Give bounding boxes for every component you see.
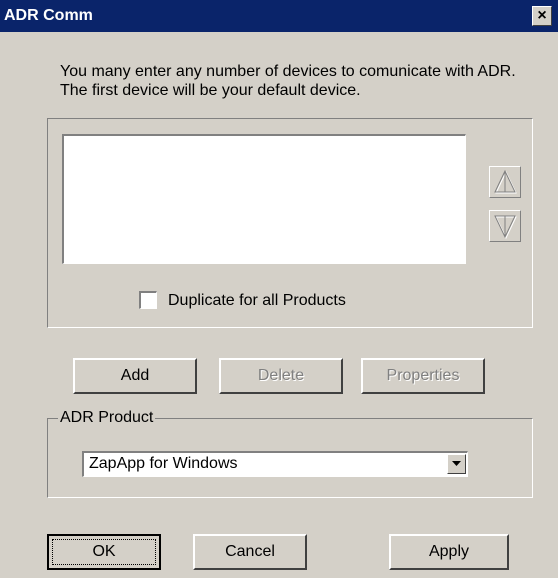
properties-button[interactable]: Properties <box>361 358 485 394</box>
ok-button[interactable]: OK <box>47 534 161 570</box>
product-dropdown-button[interactable] <box>447 454 466 474</box>
intro-text: You many enter any number of devices to … <box>60 63 516 99</box>
duplicate-checkbox-label: Duplicate for all Products <box>168 292 346 309</box>
chevron-down-icon <box>452 461 461 466</box>
apply-button[interactable]: Apply <box>389 534 509 570</box>
duplicate-checkbox[interactable] <box>139 291 157 309</box>
device-list[interactable] <box>62 134 466 264</box>
cancel-button[interactable]: Cancel <box>193 534 307 570</box>
focus-ring <box>52 539 156 565</box>
window-title: ADR Comm <box>4 7 93 24</box>
close-button[interactable]: × <box>532 6 552 26</box>
close-icon: × <box>537 7 547 24</box>
product-select[interactable]: ZapApp for Windows <box>82 451 468 477</box>
delete-button[interactable]: Delete <box>219 358 343 394</box>
move-up-button[interactable] <box>489 166 521 198</box>
move-down-button[interactable] <box>489 210 521 242</box>
title-bar: ADR Comm × <box>0 0 558 32</box>
arrow-up-icon <box>494 169 517 194</box>
add-button[interactable]: Add <box>73 358 197 394</box>
product-select-value: ZapApp for Windows <box>89 455 238 472</box>
product-group-label: ADR Product <box>58 409 156 427</box>
arrow-down-icon <box>494 215 517 240</box>
